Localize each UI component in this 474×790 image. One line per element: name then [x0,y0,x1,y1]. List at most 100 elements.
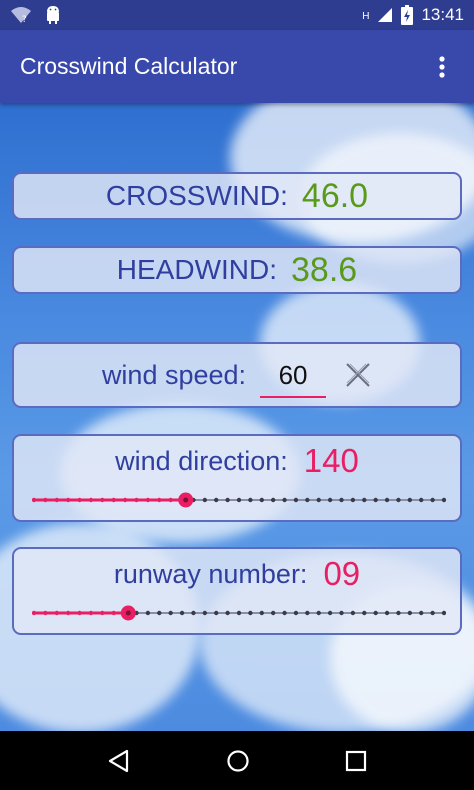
slider-tick [168,610,173,616]
network-type-label: H [362,11,370,22]
slider-tick [32,497,37,503]
headwind-label: HEADWIND: [116,254,278,285]
slider-tick [305,610,310,616]
home-circle-icon[interactable] [226,749,250,773]
slider-tick [373,610,378,616]
slider-tick [77,610,82,616]
slider-tick [362,497,367,503]
slider-tick [157,610,162,616]
app-bar: Crosswind Calculator [0,30,474,103]
crosswind-value: 46.0 [301,176,369,215]
slider-tick [111,497,116,503]
slider-tick [430,610,435,616]
input-underline [260,396,327,398]
slider-tick [270,497,276,503]
sky-background: CROSSWIND: 46.0 HEADWIND: 38.6 wind spee… [0,103,474,731]
signal-icon [378,8,393,22]
back-triangle-icon[interactable] [107,749,131,773]
wind-direction-card: wind direction: 140 [12,434,462,522]
slider-tick [259,610,264,616]
slider-tick [293,497,299,503]
wind-speed-label: wind speed: [101,359,247,390]
wind-direction-label: wind direction: [115,445,288,476]
slider-tick [111,610,116,616]
slider-tick [419,610,424,616]
slider-tick [316,610,321,616]
close-icon[interactable] [344,361,372,389]
slider-tick [100,610,105,616]
slider-tick [145,610,151,616]
slider-tick [202,610,208,616]
slider-tick [384,497,390,503]
slider-tick [225,610,230,616]
slider-tick [350,497,356,503]
crosswind-card: CROSSWIND: 46.0 [12,172,462,220]
recents-square-icon[interactable] [345,750,367,772]
runway-number-label: runway number: [113,558,308,589]
slider-tick [327,610,333,616]
wind-speed-card: wind speed: 60 [12,342,462,408]
wifi-icon: ? [11,7,31,24]
slider-tick [430,497,435,503]
slider-tick [157,497,162,503]
slider-tick [248,610,253,616]
slider-tick [236,610,242,616]
slider-tick [54,497,59,503]
status-right-icons: H 13:41 [362,5,464,25]
slider-tick [327,497,333,503]
slider-tick [88,497,94,503]
slider-tick [384,610,390,616]
headwind-card: HEADWIND: 38.6 [12,246,462,294]
slider-tick [396,610,401,616]
slider-tick [441,497,446,503]
battery-icon [401,5,414,25]
slider-tick [293,610,299,616]
slider-tick [441,610,446,616]
wind-speed-value: 60 [278,359,308,390]
wind-speed-input[interactable]: 60 [260,352,327,398]
runway-number-slider[interactable] [32,605,446,621]
slider-tick [373,497,378,503]
slider-tick [305,497,310,503]
crosswind-label: CROSSWIND: [105,180,288,211]
status-time: 13:41 [421,5,464,24]
slider-tick [339,610,344,616]
slider-tick [270,610,276,616]
slider-tick [88,610,94,616]
slider-tick [43,610,48,616]
slider-tick [32,610,37,616]
slider-tick [77,497,82,503]
slider-tick [145,497,151,503]
slider-tick [316,497,321,503]
runway-number-card: runway number: 09 [12,547,462,635]
runway-number-value: 09 [323,555,361,592]
slider-tick [225,497,230,503]
slider-tick [282,610,287,616]
headwind-value: 38.6 [291,250,358,289]
more-vert-icon[interactable] [430,47,454,87]
slider-tick [65,497,71,503]
slider-thumb-center [183,497,189,503]
slider-tick [362,610,367,616]
slider-tick [419,497,424,503]
slider-tick [248,497,253,503]
slider-tick [282,497,287,503]
slider-tick [122,497,128,503]
navigation-bar [0,731,474,790]
app-title: Crosswind Calculator [20,53,238,79]
slider-tick [134,497,139,503]
slider-tick [65,610,71,616]
status-bar: ? H 13:41 [0,0,474,30]
wind-direction-slider[interactable] [32,492,446,508]
slider-tick [396,497,401,503]
slider-tick [214,497,219,503]
slider-tick [350,610,356,616]
slider-tick [168,497,173,503]
slider-tick [407,610,413,616]
slider-tick [214,610,219,616]
slider-tick [236,497,242,503]
slider-tick [407,497,413,503]
slider-tick [259,497,264,503]
slider-tick [202,497,208,503]
status-left-icons: ? [10,5,62,25]
